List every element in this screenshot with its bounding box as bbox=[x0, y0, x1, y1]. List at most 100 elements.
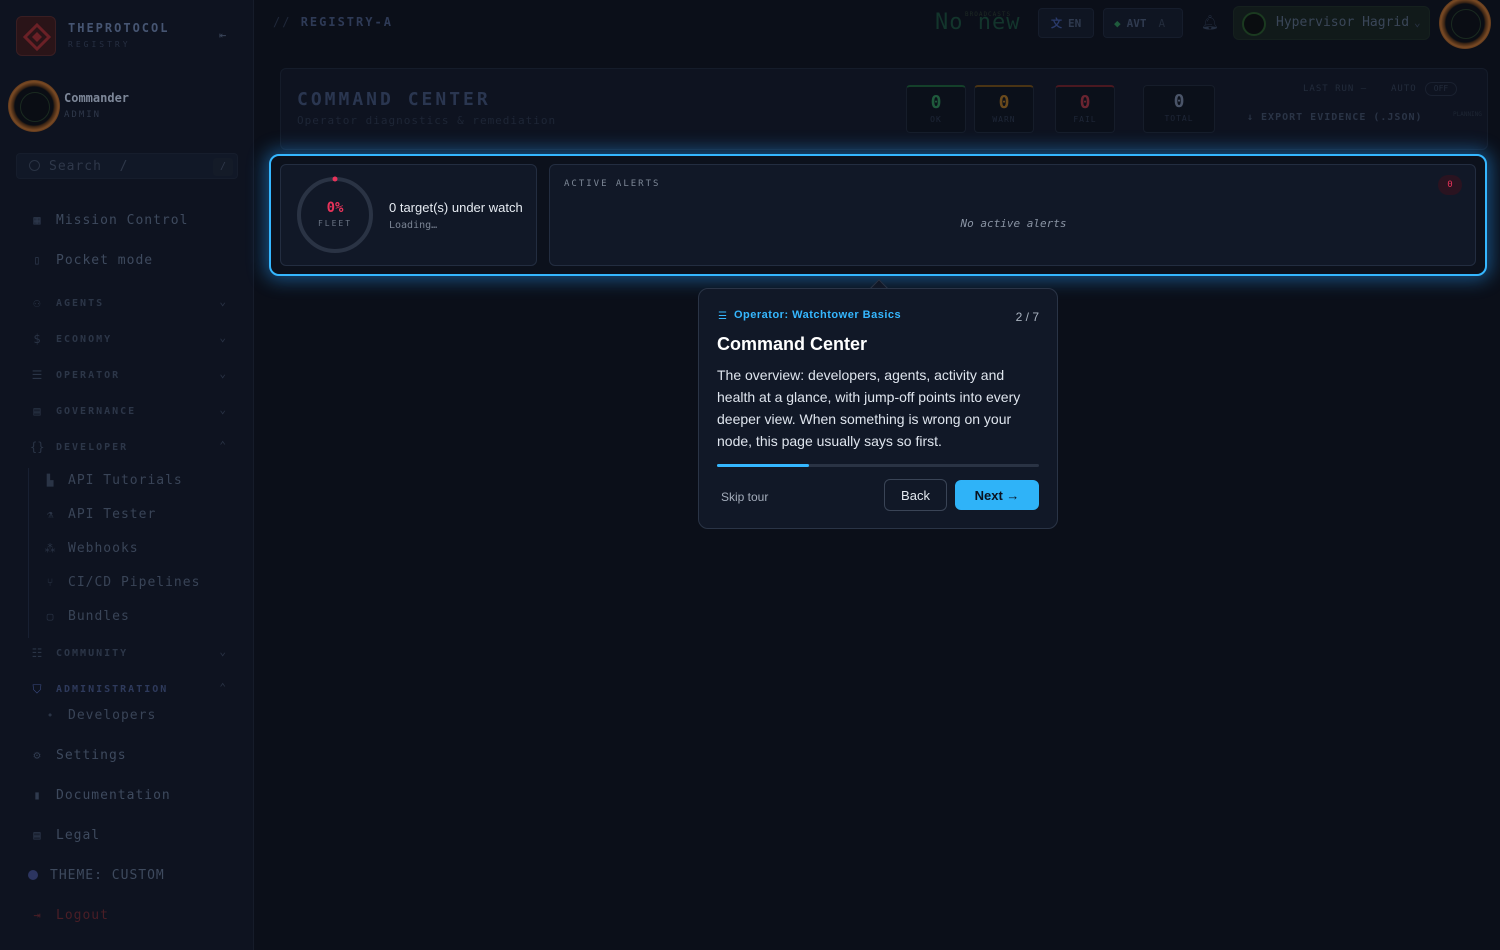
stat-ok[interactable]: 0 OK bbox=[906, 85, 966, 133]
nav-section-agents[interactable]: ⚇ AGENTS ⌄ bbox=[16, 292, 238, 314]
legal-icon: ▤ bbox=[33, 828, 41, 842]
people-icon: ☷ bbox=[31, 646, 43, 660]
book-icon: ▮ bbox=[33, 788, 41, 802]
tour-tag: Operator: Watchtower Basics bbox=[734, 309, 902, 321]
stat-total[interactable]: 0 TOTAL bbox=[1143, 85, 1215, 133]
fleet-gauge-dot bbox=[332, 176, 338, 182]
export-evidence-button[interactable]: ↓ EXPORT EVIDENCE (.JSON) bbox=[1247, 112, 1423, 123]
token-selector[interactable]: ◆ AVT A bbox=[1103, 8, 1183, 38]
account-avatar bbox=[1242, 12, 1266, 36]
stat-warn[interactable]: 0 WARN bbox=[974, 85, 1034, 133]
next-button[interactable]: Next → bbox=[955, 480, 1039, 510]
token-label: AVT bbox=[1126, 16, 1147, 30]
chevron-up-icon: ⌃ bbox=[219, 681, 226, 694]
dollar-icon: $ bbox=[33, 332, 41, 346]
nav-label: Logout bbox=[56, 907, 109, 923]
nav-item-bundles[interactable]: ▢ Bundles bbox=[44, 604, 238, 628]
nav-item-settings[interactable]: ⚙ Settings bbox=[16, 741, 238, 769]
topbar: // REGISTRY-A BROADCASTS No new 文 EN ◆ A… bbox=[255, 0, 1500, 49]
bell-icon[interactable]: 🔔︎ bbox=[1201, 15, 1219, 31]
phone-icon: ▯ bbox=[33, 253, 41, 267]
stat-value: 0 bbox=[1173, 91, 1185, 112]
chevron-up-icon: ⌃ bbox=[219, 439, 226, 452]
chevron-down-icon: ⌄ bbox=[219, 295, 226, 308]
user-icon: • bbox=[46, 708, 54, 722]
account-menu[interactable]: Hypervisor Hagrid ⌄ bbox=[1233, 6, 1430, 40]
alerts-empty-state: No active alerts bbox=[960, 217, 1067, 230]
nav-item-logout[interactable]: ⇥ Logout bbox=[16, 901, 238, 929]
sidebar: THEPROTOCOL REGISTRY ⇤ Commander ADMIN /… bbox=[0, 0, 254, 950]
brand-logo[interactable] bbox=[16, 16, 56, 56]
table-icon: ▤ bbox=[33, 404, 41, 418]
nav-section-operator[interactable]: ☰ OPERATOR ⌄ bbox=[16, 364, 238, 386]
back-button[interactable]: Back bbox=[884, 479, 947, 511]
nav-section-economy[interactable]: $ ECONOMY ⌄ bbox=[16, 328, 238, 350]
command-center-panel: COMMAND CENTER Operator diagnostics & re… bbox=[280, 68, 1488, 150]
fleet-card[interactable]: 0% FLEET 0 target(s) under watch Loading… bbox=[280, 164, 537, 266]
server-icon: ☰ bbox=[31, 368, 43, 382]
nav-item-pocket-mode[interactable]: ▯ Pocket mode bbox=[16, 246, 238, 274]
tour-popover: ☰ Operator: Watchtower Basics 2 / 7 Comm… bbox=[698, 288, 1058, 529]
nav-label: Bundles bbox=[68, 608, 130, 624]
alerts-count-badge: 0 bbox=[1438, 175, 1462, 195]
logout-icon: ⇥ bbox=[33, 908, 41, 922]
alerts-title: ACTIVE ALERTS bbox=[564, 179, 661, 189]
nav-section-administration[interactable]: ⛉ ADMINISTRATION ⌃ bbox=[16, 678, 238, 700]
skip-tour-button[interactable]: Skip tour bbox=[717, 488, 772, 506]
nav-item-api-tester[interactable]: ⚗ API Tester bbox=[44, 502, 238, 526]
language-switcher[interactable]: 文 EN bbox=[1038, 8, 1094, 38]
box-icon: ▢ bbox=[46, 609, 54, 623]
search-shortcut-key: / bbox=[213, 158, 233, 176]
nav-item-legal[interactable]: ▤ Legal bbox=[16, 821, 238, 849]
theme-label: THEME: CUSTOM bbox=[50, 867, 165, 883]
submenu-guide-line bbox=[28, 468, 29, 638]
nav-item-api-tutorials[interactable]: ▙ API Tutorials bbox=[44, 468, 238, 492]
breadcrumb-prefix: // bbox=[273, 15, 292, 29]
nav-label: CI/CD Pipelines bbox=[68, 574, 201, 590]
auto-label: AUTO bbox=[1391, 84, 1417, 94]
language-label: EN bbox=[1068, 16, 1082, 30]
chevron-down-icon: ⌄ bbox=[1414, 16, 1421, 29]
nav-label: Settings bbox=[56, 747, 127, 763]
breadcrumb: // REGISTRY-A bbox=[273, 15, 393, 29]
nav-item-developers[interactable]: • Developers bbox=[44, 708, 238, 722]
auto-toggle[interactable]: OFF bbox=[1425, 82, 1457, 96]
nav-section-community[interactable]: ☷ COMMUNITY ⌄ bbox=[16, 642, 238, 664]
fleet-loading: Loading… bbox=[389, 220, 438, 231]
section-label: COMMUNITY bbox=[56, 647, 129, 659]
stat-fail[interactable]: 0 FAIL bbox=[1055, 85, 1115, 133]
nav-label: Legal bbox=[56, 827, 101, 843]
collapse-sidebar-icon[interactable]: ⇤ bbox=[219, 29, 233, 41]
profile-avatar[interactable] bbox=[1439, 0, 1491, 49]
search-input[interactable] bbox=[49, 157, 199, 175]
broadcast-ticker[interactable]: No new bbox=[935, 10, 1020, 35]
active-alerts-card[interactable]: ACTIVE ALERTS 0 No active alerts bbox=[549, 164, 1476, 266]
last-run: LAST RUN — bbox=[1303, 84, 1368, 94]
nav-section-developer[interactable]: {} DEVELOPER ⌃ bbox=[16, 436, 238, 458]
user-name: Commander bbox=[64, 91, 130, 105]
section-label: OPERATOR bbox=[56, 369, 121, 381]
nav-label: Mission Control bbox=[56, 212, 189, 228]
nav-section-governance[interactable]: ▤ GOVERNANCE ⌄ bbox=[16, 400, 238, 422]
stat-key: FAIL bbox=[1073, 115, 1097, 124]
theme-toggle[interactable]: THEME: CUSTOM bbox=[36, 861, 258, 889]
braces-icon: {} bbox=[30, 440, 45, 454]
nav-item-documentation[interactable]: ▮ Documentation bbox=[16, 781, 238, 809]
account-name: Hypervisor Hagrid bbox=[1276, 15, 1410, 30]
section-label: ECONOMY bbox=[56, 333, 113, 345]
token-sub: A bbox=[1158, 16, 1166, 30]
nav-item-cicd-pipelines[interactable]: ⑂ CI/CD Pipelines bbox=[44, 570, 238, 594]
avatar[interactable] bbox=[8, 80, 60, 132]
page-subtitle: Operator diagnostics & remediation bbox=[297, 114, 557, 127]
nav-item-webhooks[interactable]: ⁂ Webhooks bbox=[44, 536, 238, 560]
nav-item-mission-control[interactable]: ▦ Mission Control bbox=[16, 206, 238, 234]
nav-label: Developers bbox=[68, 708, 157, 722]
webhook-icon: ⁂ bbox=[44, 541, 56, 555]
chevron-down-icon: ⌄ bbox=[219, 367, 226, 380]
diamond-icon: ◆ bbox=[1114, 16, 1121, 30]
grid-icon: ▦ bbox=[33, 213, 41, 227]
gear-icon: ⚙ bbox=[33, 748, 41, 762]
tour-body: The overview: developers, agents, activi… bbox=[717, 367, 1021, 449]
robot-icon: ⚇ bbox=[33, 296, 41, 310]
file-icon: ▙ bbox=[46, 473, 54, 487]
